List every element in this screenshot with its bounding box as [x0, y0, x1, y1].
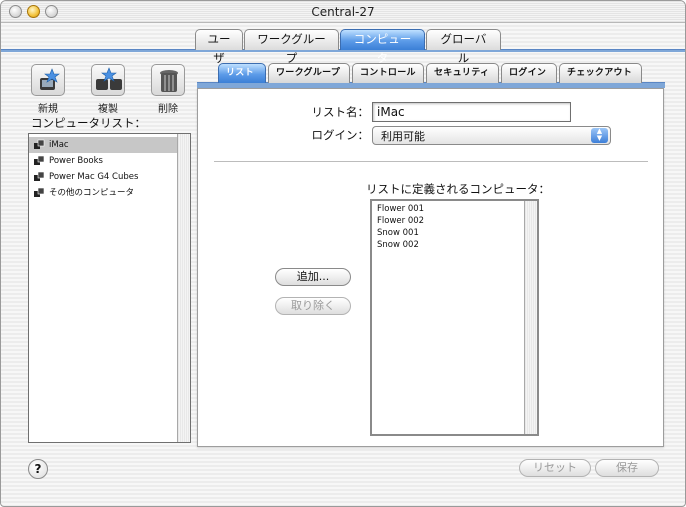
remove-button[interactable]: 取り除く [275, 297, 351, 315]
computer-list-icon [34, 187, 45, 197]
list-name-label: リスト名： [311, 105, 370, 119]
computer-list-scrollbar[interactable] [177, 134, 190, 442]
subtab-login[interactable]: ログイン [501, 63, 557, 83]
list-item-label: その他のコンピュータ [49, 188, 135, 198]
tab-global[interactable]: グローバル [426, 29, 501, 65]
app-window: Central-27 ユーザ ワークグループ コンピュータ グローバル 新規 複… [0, 0, 686, 507]
subtab-list[interactable]: リスト [218, 63, 266, 83]
tab-computers[interactable]: コンピュータ [340, 29, 425, 65]
duplicate-label: 複製 [98, 104, 118, 115]
list-item-label: Power Mac G4 Cubes [49, 172, 139, 182]
tab-workgroups[interactable]: ワークグループ [244, 29, 339, 65]
list-item[interactable]: その他のコンピュータ [29, 185, 178, 201]
new-button[interactable] [31, 64, 65, 96]
list-item[interactable]: Snow 001 [377, 228, 419, 239]
list-name-input[interactable]: iMac [372, 102, 571, 122]
computer-list-icon [34, 171, 45, 181]
window-title: Central-27 [311, 5, 375, 19]
add-button[interactable]: 追加... [275, 268, 351, 286]
subtab-security[interactable]: セキュリティ [426, 63, 499, 83]
tab-users[interactable]: ユーザ [195, 29, 243, 65]
delete-button[interactable] [151, 64, 185, 96]
list-item[interactable]: Flower 001 [377, 204, 424, 215]
subtab-workgroups[interactable]: ワークグループ [268, 63, 350, 83]
delete-label: 削除 [158, 104, 178, 115]
list-item-label: iMac [49, 140, 69, 150]
computer-list-heading: コンピュータリスト： [31, 116, 146, 130]
list-item[interactable]: Flower 002 [377, 216, 424, 227]
reset-button[interactable]: リセット [519, 459, 591, 477]
defined-computers-list[interactable]: Flower 001 Flower 002 Snow 001 Snow 002 [370, 199, 539, 436]
subtab-control[interactable]: コントロール [352, 63, 424, 83]
duplicate-button[interactable] [91, 64, 125, 96]
list-item[interactable]: Power Mac G4 Cubes [29, 169, 178, 185]
trash-icon [160, 70, 178, 92]
help-button[interactable]: ? [28, 459, 48, 479]
login-label: ログイン： [311, 128, 370, 142]
subtab-checkout[interactable]: チェックアウト [559, 63, 642, 83]
login-popup[interactable]: 利用可能 ▲ ▼ [372, 126, 611, 145]
defined-computers-label: リストに定義されるコンピュータ： [366, 182, 550, 196]
main-tab-bar: ユーザ ワークグループ コンピュータ グローバル [1, 29, 685, 65]
list-item[interactable]: iMac [29, 137, 178, 153]
login-popup-value: 利用可能 [381, 130, 425, 143]
list-item-label: Power Books [49, 156, 103, 166]
panel-separator [214, 161, 648, 163]
computer-list[interactable]: iMac Power Books Power Mac G4 Cubes その他の… [28, 133, 191, 443]
list-item[interactable]: Power Books [29, 153, 178, 169]
computer-list-icon [34, 139, 45, 149]
defined-computers-scrollbar[interactable] [524, 201, 537, 434]
new-label: 新規 [38, 104, 58, 115]
duplicate-computers-icon [96, 67, 122, 90]
save-button[interactable]: 保存 [595, 459, 659, 477]
updown-arrows-icon: ▲ ▼ [591, 128, 608, 143]
new-computer-icon [40, 68, 60, 90]
title-bar[interactable]: Central-27 [1, 1, 685, 23]
computer-list-icon [34, 155, 45, 165]
list-item[interactable]: Snow 002 [377, 240, 419, 251]
